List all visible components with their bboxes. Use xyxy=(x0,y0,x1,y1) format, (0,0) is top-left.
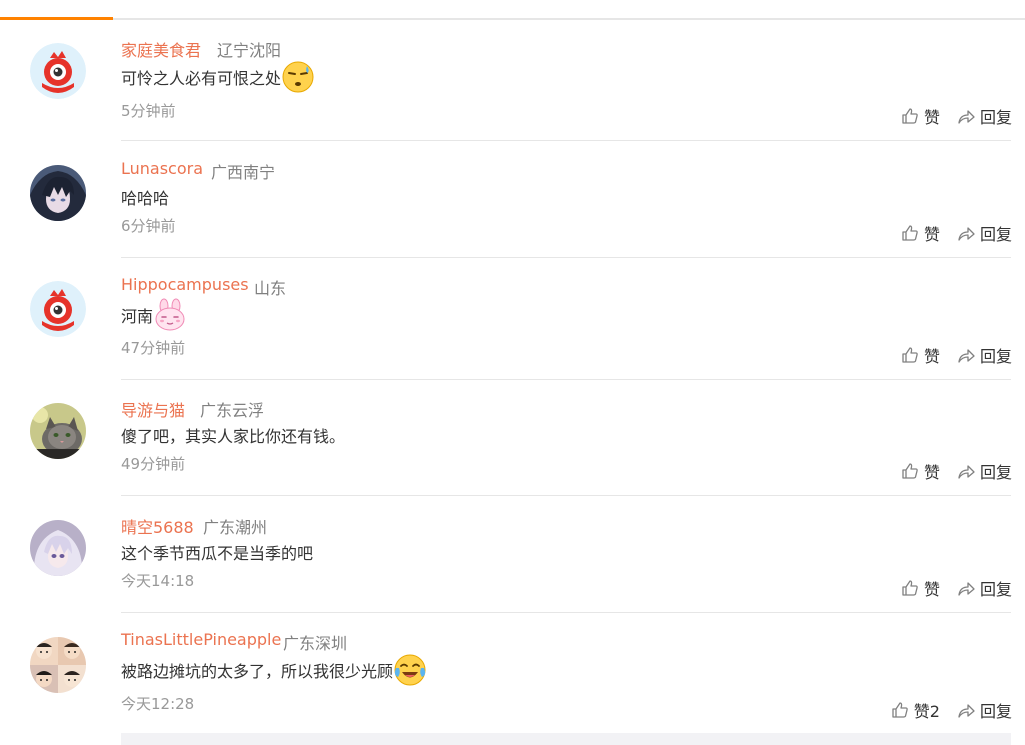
comment-text-content: 这个季节西瓜不是当季的吧 xyxy=(121,544,314,563)
comment-time: 6分钟前 xyxy=(121,217,176,235)
reply-button[interactable]: 回复 xyxy=(957,104,1012,128)
thumbs-up-icon xyxy=(902,108,918,124)
comment-username[interactable]: 家庭美食君 xyxy=(121,37,201,61)
comment-actions: 赞 回复 xyxy=(901,104,1012,128)
comment-time: 47分钟前 xyxy=(121,339,186,357)
avatar[interactable] xyxy=(30,43,86,99)
comment-text-content: 被路边摊坑的太多了，所以我很少光顾 xyxy=(121,662,394,681)
comment-text: 可怜之人必有可恨之处 xyxy=(121,60,315,94)
comment-username[interactable]: Lunascora xyxy=(121,159,203,178)
cat-photo-avatar-icon xyxy=(30,403,86,459)
sweat-face-emoji-icon xyxy=(282,61,314,93)
comment-location: 广东深圳 xyxy=(283,634,348,653)
active-tab-indicator xyxy=(0,17,113,20)
reply-button[interactable]: 回复 xyxy=(957,343,1012,367)
thumbs-up-icon xyxy=(902,225,918,241)
like-label: 赞 xyxy=(923,463,940,482)
comment-divider xyxy=(121,140,1011,141)
reply-button[interactable]: 回复 xyxy=(957,576,1012,600)
comment-actions: 赞 回复 xyxy=(901,343,1012,367)
bunny-face-emoji-icon xyxy=(155,298,185,331)
comment-actions: 赞 回复 xyxy=(901,576,1012,600)
comment-actions: 赞2 回复 xyxy=(891,698,1012,722)
thumbs-up-icon xyxy=(902,347,918,363)
avatar[interactable] xyxy=(30,281,86,337)
reply-arrow-icon xyxy=(958,227,975,241)
like-label: 赞 xyxy=(923,347,940,366)
like-button[interactable]: 赞 xyxy=(901,576,940,600)
comment-location: 广西南宁 xyxy=(211,163,276,182)
reply-arrow-icon xyxy=(958,110,975,124)
avatar[interactable] xyxy=(30,637,86,693)
avatar[interactable] xyxy=(30,520,86,576)
avatar[interactable] xyxy=(30,165,86,221)
comment-actions: 赞 回复 xyxy=(901,459,1012,483)
comment-username[interactable]: Hippocampuses xyxy=(121,275,249,294)
reply-label: 回复 xyxy=(979,463,1012,482)
comment-location: 山东 xyxy=(254,279,287,298)
avatar[interactable] xyxy=(30,403,86,459)
reply-label: 回复 xyxy=(979,580,1012,599)
comment-text-content: 可怜之人必有可恨之处 xyxy=(121,69,282,88)
comment-text: 这个季节西瓜不是当季的吧 xyxy=(121,542,314,563)
comment-list-page: 家庭美食君 辽宁沈阳 可怜之人必有可恨之处 5分钟前 赞 回复 Lunascor… xyxy=(0,0,1025,745)
comment-username[interactable]: TinasLittlePineapple xyxy=(121,630,281,649)
reply-button[interactable]: 回复 xyxy=(957,698,1012,722)
comment-time: 今天14:18 xyxy=(121,572,195,590)
comment-time: 今天12:28 xyxy=(121,695,195,713)
reply-arrow-icon xyxy=(958,349,975,363)
kids-collage-avatar-icon xyxy=(30,637,86,693)
reply-label: 回复 xyxy=(979,225,1012,244)
comment-divider xyxy=(121,379,1011,380)
comment-location: 辽宁沈阳 xyxy=(217,41,282,60)
reply-button[interactable]: 回复 xyxy=(957,221,1012,245)
reply-label: 回复 xyxy=(979,347,1012,366)
like-button[interactable]: 赞 xyxy=(901,221,940,245)
comment-text-content: 傻了吧，其实人家比你还有钱。 xyxy=(121,427,346,446)
weibo-default-avatar-icon xyxy=(30,281,86,337)
reply-input-box[interactable] xyxy=(121,733,1011,745)
crying-laughing-emoji-icon xyxy=(394,654,426,686)
comment-divider xyxy=(121,612,1011,613)
like-label: 赞 xyxy=(923,108,940,127)
comment-text-content: 河南 xyxy=(121,307,154,326)
reply-label: 回复 xyxy=(979,702,1012,721)
thumbs-up-icon xyxy=(892,702,908,718)
reply-arrow-icon xyxy=(958,465,975,479)
comment-username[interactable]: 导游与猫 xyxy=(121,397,185,421)
weibo-default-avatar-icon xyxy=(30,43,86,99)
like-button[interactable]: 赞 xyxy=(901,343,940,367)
anime-girl-avatar-icon xyxy=(30,520,86,576)
reply-label: 回复 xyxy=(979,108,1012,127)
comment-username[interactable]: 晴空5688 xyxy=(121,514,194,538)
like-button[interactable]: 赞2 xyxy=(891,698,940,722)
comment-location: 广东潮州 xyxy=(203,518,268,537)
like-button[interactable]: 赞 xyxy=(901,459,940,483)
comment-text-content: 哈哈哈 xyxy=(121,189,170,208)
reply-arrow-icon xyxy=(958,582,975,596)
reply-arrow-icon xyxy=(958,704,975,718)
like-label: 赞 xyxy=(923,225,940,244)
comment-text: 河南 xyxy=(121,298,187,332)
comment-divider xyxy=(121,495,1011,496)
comment-time: 5分钟前 xyxy=(121,102,176,120)
comment-actions: 赞 回复 xyxy=(901,221,1012,245)
comment-text: 被路边摊坑的太多了，所以我很少光顾 xyxy=(121,653,427,687)
anime-boy-avatar-icon xyxy=(30,165,86,221)
like-button[interactable]: 赞 xyxy=(901,104,940,128)
thumbs-up-icon xyxy=(902,463,918,479)
comment-text: 傻了吧，其实人家比你还有钱。 xyxy=(121,425,346,446)
reply-button[interactable]: 回复 xyxy=(957,459,1012,483)
tab-underline-track xyxy=(0,18,1025,20)
comment-location: 广东云浮 xyxy=(200,401,265,420)
like-label: 赞2 xyxy=(913,702,940,721)
comment-time: 49分钟前 xyxy=(121,455,186,473)
comment-text: 哈哈哈 xyxy=(121,187,170,208)
like-label: 赞 xyxy=(923,580,940,599)
comment-divider xyxy=(121,257,1011,258)
thumbs-up-icon xyxy=(902,580,918,596)
